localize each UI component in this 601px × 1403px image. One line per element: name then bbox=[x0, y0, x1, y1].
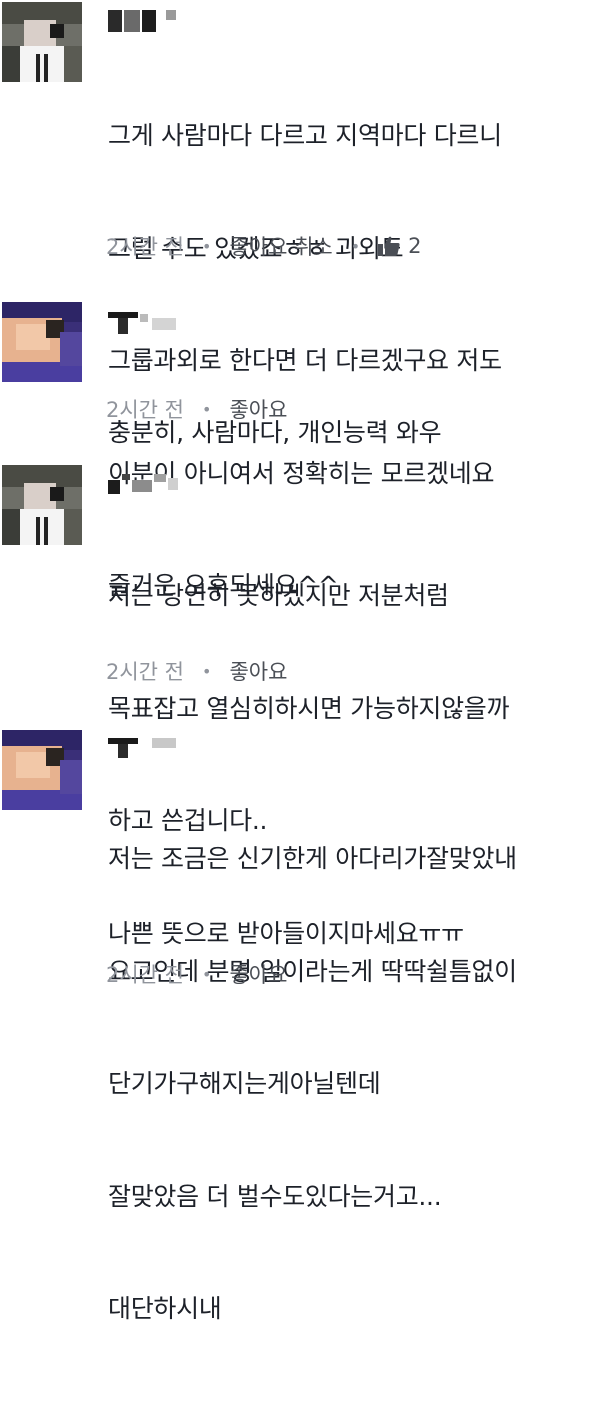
separator-dot: • bbox=[202, 661, 212, 681]
comment-text: 저는 조금은 신기한게 아다리가잘맞았내 요고인데 분명 일이라는게 딱딱쉴틈없… bbox=[108, 765, 517, 1403]
avatar[interactable] bbox=[2, 302, 82, 382]
avatar[interactable] bbox=[2, 465, 82, 545]
comment-line: 저는 당연히 못하겠지만 저분처럼 bbox=[108, 581, 449, 610]
comment-line: 그게 사람마다 다르고 지역마다 다르니 bbox=[108, 121, 502, 150]
like-button[interactable]: 좋아요 bbox=[229, 959, 287, 989]
comment-line: 대단하시내 bbox=[108, 1294, 222, 1323]
like-button[interactable]: 좋아요 bbox=[229, 394, 287, 424]
timestamp: 2시간 전 bbox=[106, 660, 184, 684]
avatar[interactable] bbox=[2, 2, 82, 82]
timestamp: 2시간 전 bbox=[106, 398, 184, 422]
like-button[interactable]: 좋아요 bbox=[229, 656, 287, 686]
comment-line: 단기가구해지는게아닐텐데 bbox=[108, 1069, 381, 1098]
unlike-button[interactable]: 좋아요 취소 bbox=[229, 231, 332, 261]
comment-meta: 2시간 전 • 좋아요 취소 • 2 bbox=[106, 231, 422, 261]
timestamp: 2시간 전 bbox=[106, 963, 184, 987]
comment-line: 목표잡고 열심히하시면 가능하지않을까 bbox=[108, 693, 510, 723]
comment-line: 잘맞았음 더 벌수도있다는거고... bbox=[108, 1181, 442, 1211]
timestamp: 2시간 전 bbox=[106, 235, 184, 259]
separator-dot: • bbox=[202, 236, 212, 256]
separator-dot: • bbox=[202, 964, 212, 984]
separator-dot: • bbox=[350, 236, 361, 256]
comment-meta: 2시간 전 • 좋아요 bbox=[106, 656, 287, 686]
comment-line: 저는 조금은 신기한게 아다리가잘맞았내 bbox=[108, 844, 517, 873]
comment-text: 충분히, 사람마다, 개인능력 와우 bbox=[108, 339, 442, 527]
comment-meta: 2시간 전 • 좋아요 bbox=[106, 959, 287, 989]
comment-meta: 2시간 전 • 좋아요 bbox=[106, 394, 287, 424]
reaction-count[interactable]: 2 bbox=[408, 234, 421, 258]
thumbs-up-icon[interactable] bbox=[378, 236, 400, 256]
separator-dot: • bbox=[202, 399, 212, 419]
avatar[interactable] bbox=[2, 730, 82, 810]
